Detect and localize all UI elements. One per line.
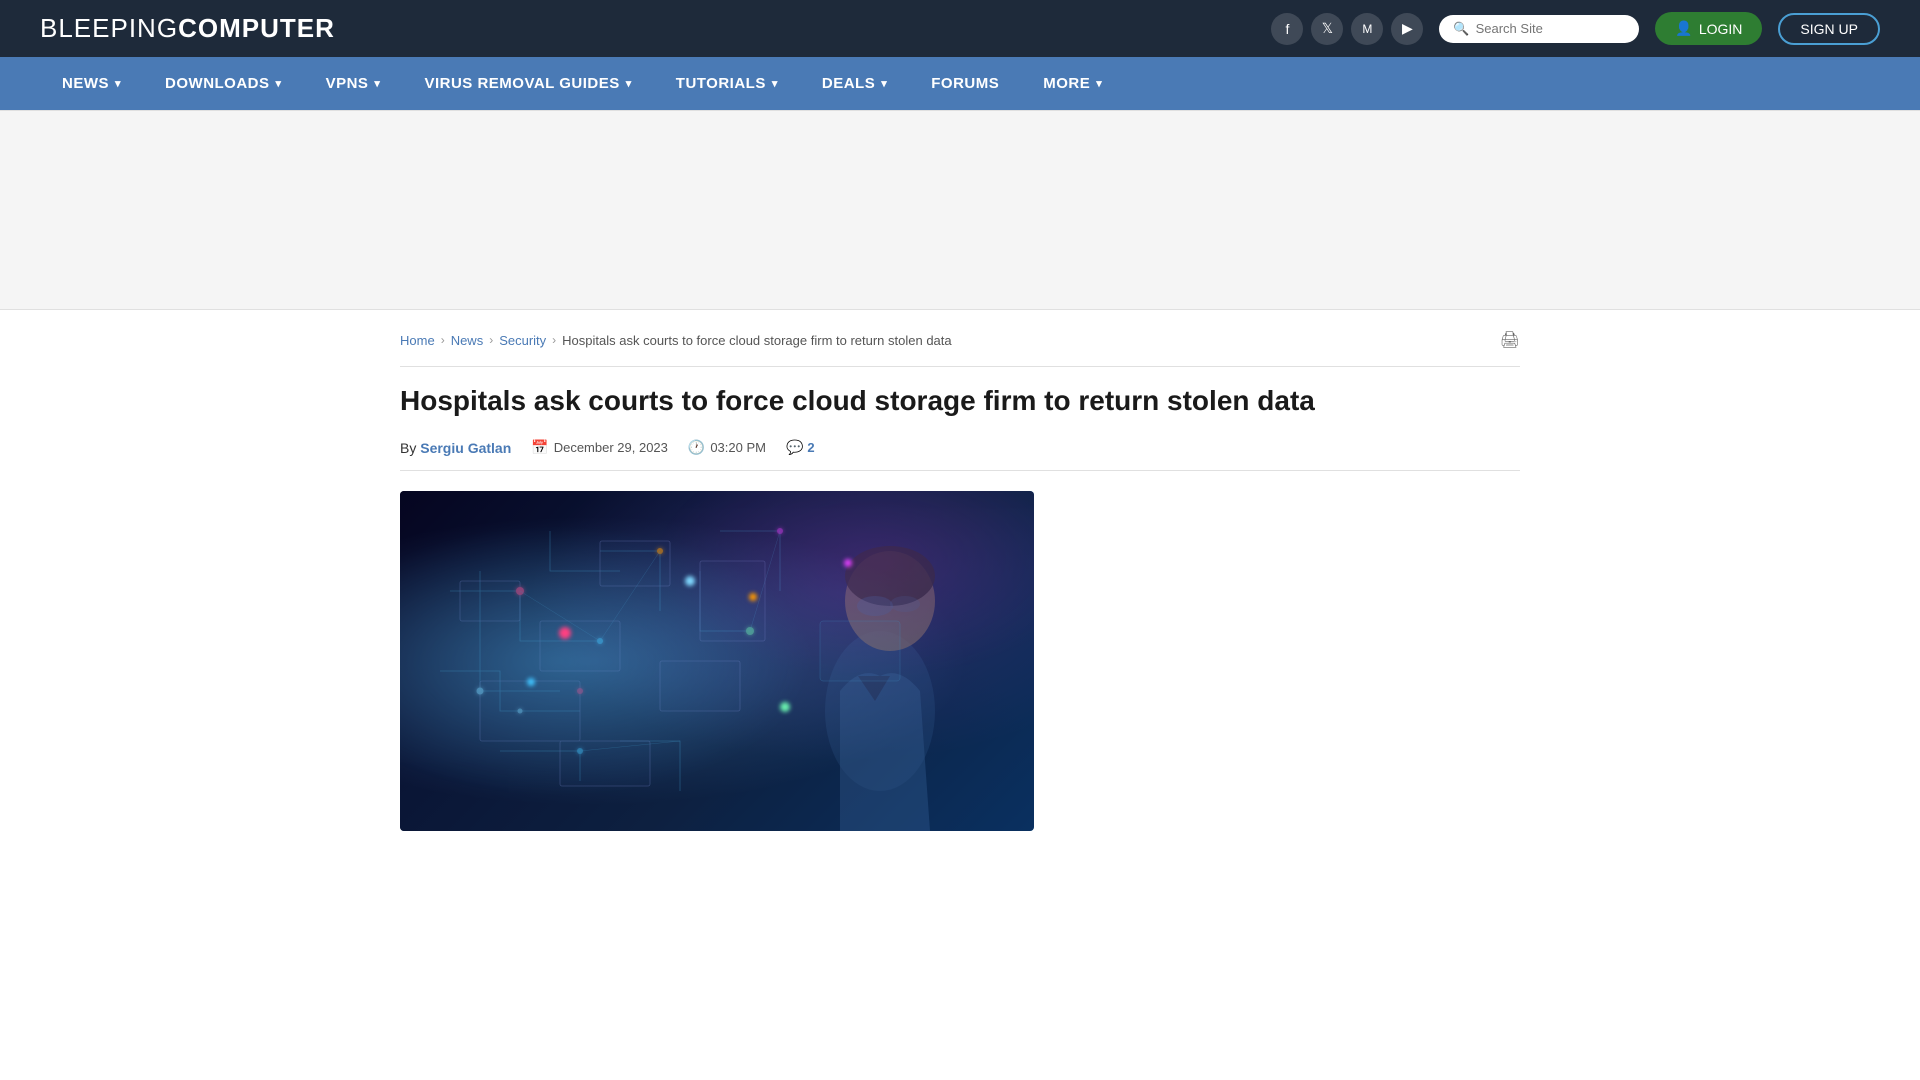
nav-vpns[interactable]: VPNS [304,57,403,110]
nav-forums[interactable]: FORUMS [909,57,1021,110]
breadcrumb-security[interactable]: Security [499,333,546,348]
nav-news[interactable]: NEWS [40,57,143,110]
article-time: 🕐 03:20 PM [688,439,766,456]
twitter-icon[interactable]: 𝕏 [1311,13,1343,45]
logo-regular: BLEEPING [40,13,178,43]
nav-tutorials[interactable]: TUTORIALS [654,57,800,110]
article-title: Hospitals ask courts to force cloud stor… [400,383,1520,419]
breadcrumb-sep-2: › [489,333,493,347]
nav-deals[interactable]: DEALS [800,57,909,110]
article-image-inner [400,491,1034,831]
nav-downloads[interactable]: DOWNLOADS [143,57,304,110]
clock-icon: 🕐 [688,439,705,456]
author-link[interactable]: Sergiu Gatlan [420,440,511,456]
search-icon: 🔍 [1453,21,1469,37]
facebook-icon[interactable]: f [1271,13,1303,45]
comment-icon: 💬 [786,439,803,456]
ad-banner [0,110,1920,310]
search-box[interactable]: 🔍 [1439,15,1639,43]
circuit-svg [400,491,1034,831]
breadcrumb-sep-1: › [441,333,445,347]
article-author: By Sergiu Gatlan [400,440,511,456]
login-label: LOGIN [1699,21,1743,37]
site-header: BLEEPINGCOMPUTER f 𝕏 M ▶ 🔍 👤 LOGIN SIGN … [0,0,1920,57]
breadcrumb: Home › News › Security › Hospitals ask c… [400,330,1520,367]
time-value: 03:20 PM [710,440,766,455]
user-icon: 👤 [1675,20,1692,37]
print-icon[interactable]: 🖨 [1500,330,1520,350]
login-button[interactable]: 👤 LOGIN [1655,12,1762,45]
breadcrumb-current: Hospitals ask courts to force cloud stor… [562,333,951,348]
social-icons-group: f 𝕏 M ▶ [1271,13,1423,45]
signup-label: SIGN UP [1800,21,1858,37]
article-meta: By Sergiu Gatlan 📅 December 29, 2023 🕐 0… [400,439,1520,471]
breadcrumb-news[interactable]: News [451,333,484,348]
calendar-icon: 📅 [531,439,548,456]
comments-badge[interactable]: 💬 2 [786,439,815,456]
date-value: December 29, 2023 [554,440,668,455]
comments-count: 2 [807,440,814,455]
article-date: 📅 December 29, 2023 [531,439,668,456]
signup-button[interactable]: SIGN UP [1778,13,1880,45]
orb-pink [559,627,571,639]
article-image [400,491,1034,831]
youtube-icon[interactable]: ▶ [1391,13,1423,45]
header-right: f 𝕏 M ▶ 🔍 👤 LOGIN SIGN UP [1271,12,1880,45]
nav-virus-removal-guides[interactable]: VIRUS REMOVAL GUIDES [402,57,653,110]
breadcrumb-sep-3: › [552,333,556,347]
mastodon-icon[interactable]: M [1351,13,1383,45]
site-logo[interactable]: BLEEPINGCOMPUTER [40,13,335,44]
nav-more[interactable]: MORE [1021,57,1124,110]
content-wrapper: Home › News › Security › Hospitals ask c… [360,310,1560,851]
search-input[interactable] [1476,21,1626,36]
logo-bold: COMPUTER [178,13,335,43]
breadcrumb-home[interactable]: Home [400,333,435,348]
main-nav: NEWS DOWNLOADS VPNS VIRUS REMOVAL GUIDES… [0,57,1920,110]
